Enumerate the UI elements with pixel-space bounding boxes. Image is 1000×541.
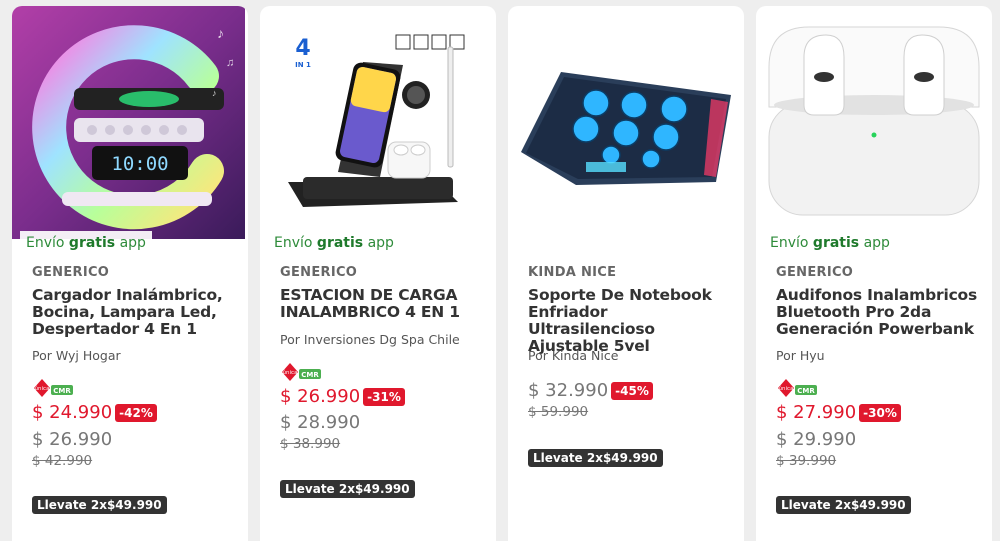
product-brand: GENERICO — [776, 265, 854, 280]
free-shipping-badge: Envío gratis app — [268, 231, 400, 255]
cmr-label: CMR — [797, 387, 815, 395]
promo-badge: Llevate 2x$49.990 — [280, 480, 415, 498]
product-card[interactable]: 4 IN 1 Envío gratis app GENERICO ESTACIO… — [260, 6, 496, 541]
svg-text:♫: ♫ — [226, 57, 234, 69]
discount-badge: -45% — [611, 381, 653, 400]
card-price-row: $ 26.990 -31% — [280, 386, 405, 407]
cmr-unica-label: única — [779, 385, 794, 392]
image-label: 4 — [295, 36, 310, 61]
price-cmr: $ 24.990 — [32, 402, 113, 423]
free-shipping-badge: Envío gratis app — [764, 231, 896, 255]
price-cmr: $ 26.990 — [280, 386, 361, 407]
image-sublabel: IN 1 — [295, 61, 311, 69]
card-price-row: $ 27.990 -30% — [776, 402, 901, 423]
cmr-unica-icon: única CMR — [34, 379, 73, 397]
laptop-cooler-image — [516, 7, 736, 239]
product-title[interactable]: ESTACION DE CARGA INALAMBRICO 4 EN 1 — [280, 287, 485, 321]
product-seller: Por Kinda Nice — [528, 348, 619, 363]
product-image[interactable] — [516, 7, 736, 239]
cmr-unica-label: única — [283, 369, 298, 376]
price-normal: $ 29.990 — [776, 429, 857, 450]
product-image[interactable]: 4 IN 1 — [268, 7, 488, 239]
promo-badge: Llevate 2x$49.990 — [528, 449, 663, 467]
product-brand: GENERICO — [32, 265, 110, 280]
price-old: $ 38.990 — [280, 436, 341, 452]
cmr-unica-icon: única CMR — [282, 363, 321, 381]
free-shipping-badge: Envío gratis app — [20, 231, 152, 255]
svg-text:♪: ♪ — [217, 25, 224, 41]
cmr-unica-label: única — [35, 385, 50, 392]
product-seller: Por Hyu — [776, 348, 825, 363]
product-card[interactable]: 10:00 ♪ ♫ ♪ Envío gratis app GENERICO Carg… — [12, 6, 248, 541]
discount-badge: -31% — [363, 387, 405, 406]
product-card[interactable]: KINDA NICE Soporte De Notebook Enfriador… — [508, 6, 744, 541]
product-seller: Por Wyj Hogar — [32, 348, 121, 363]
svg-text:♪: ♪ — [212, 88, 217, 98]
discount-badge: -30% — [859, 403, 901, 422]
card-price-row: $ 24.990 -42% — [32, 402, 157, 423]
product-title[interactable]: Cargador Inalámbrico, Bocina, Lampara Le… — [32, 287, 237, 338]
price-old: $ 39.990 — [776, 453, 837, 469]
price-current: $ 32.990 — [528, 380, 609, 401]
price-old: $ 59.990 — [528, 404, 589, 420]
cmr-unica-icon: única CMR — [778, 379, 817, 397]
product-seller: Por Inversiones Dg Spa Chile — [280, 332, 460, 347]
discount-badge: -42% — [115, 403, 157, 422]
earbuds-case-image — [764, 7, 984, 239]
price-normal: $ 28.990 — [280, 412, 361, 433]
price-old: $ 42.990 — [32, 453, 93, 469]
price-normal: $ 26.990 — [32, 429, 113, 450]
g-lamp-speaker-charger-image: 10:00 ♪ ♫ ♪ — [12, 6, 245, 239]
product-title[interactable]: Audifonos Inalambricos Bluetooth Pro 2da… — [776, 287, 981, 338]
card-price-row: $ 32.990 -45% — [528, 380, 653, 401]
product-card[interactable]: Envío gratis app GENERICO Audifonos Inal… — [756, 6, 992, 541]
product-brand: KINDA NICE — [528, 265, 617, 280]
product-image[interactable]: 10:00 ♪ ♫ ♪ — [12, 6, 245, 239]
svg-text:10:00: 10:00 — [111, 153, 168, 175]
price-cmr: $ 27.990 — [776, 402, 857, 423]
product-title[interactable]: Soporte De Notebook Enfriador Ultrasilen… — [528, 287, 733, 355]
promo-badge: Llevate 2x$49.990 — [32, 496, 167, 514]
promo-badge: Llevate 2x$49.990 — [776, 496, 911, 514]
cmr-label: CMR — [301, 371, 319, 379]
product-brand: GENERICO — [280, 265, 358, 280]
charging-station-image: 4 IN 1 — [268, 7, 488, 239]
product-image[interactable] — [764, 7, 984, 239]
cmr-label: CMR — [53, 387, 71, 395]
